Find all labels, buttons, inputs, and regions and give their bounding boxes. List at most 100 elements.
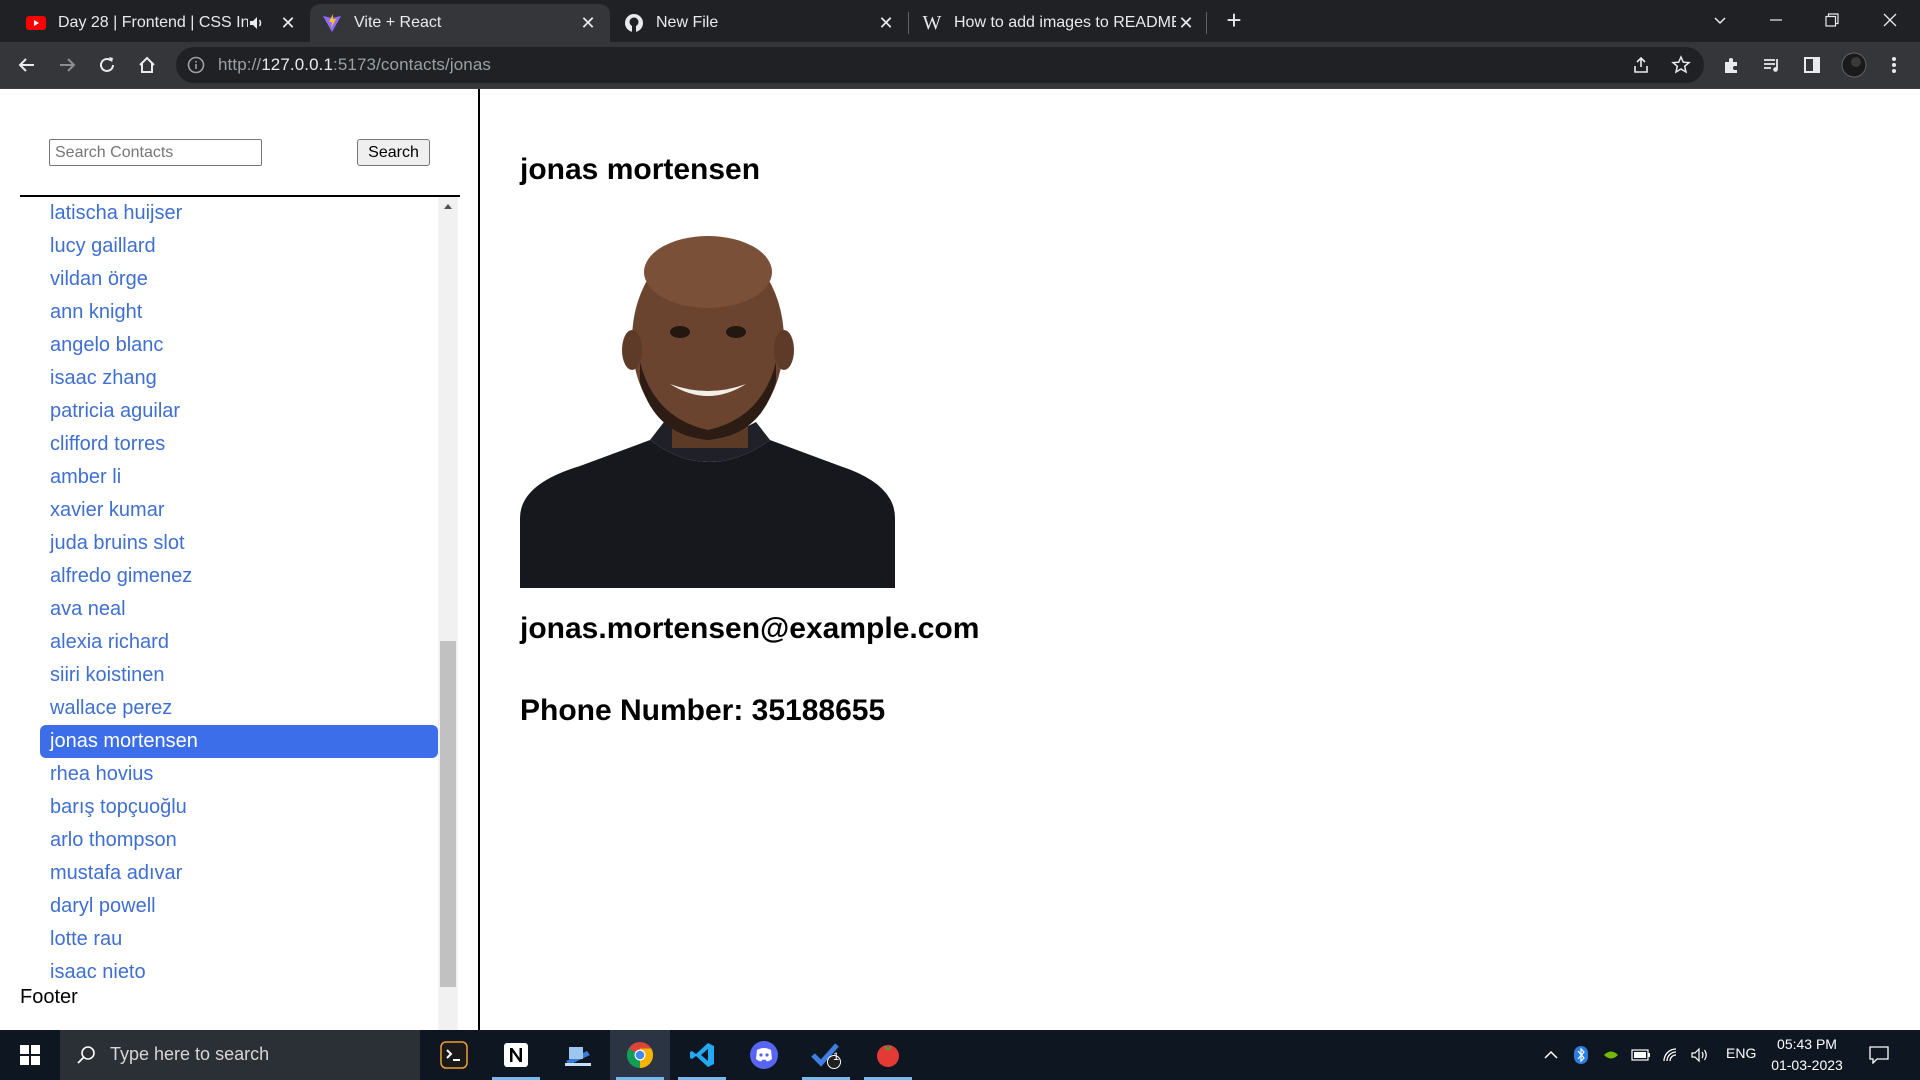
contact-link[interactable]: isaac nieto — [40, 956, 438, 989]
url-scheme: http:// — [218, 55, 262, 74]
contact-name: jonas mortensen — [520, 153, 761, 186]
contact-link[interactable]: lucy gaillard — [40, 230, 438, 263]
contact-link[interactable]: angelo blanc — [40, 329, 438, 362]
volume-icon[interactable] — [1690, 1045, 1712, 1065]
taskbar-search-placeholder: Type here to search — [110, 1044, 270, 1064]
tab-vite-react[interactable]: Vite + React ✕ — [310, 4, 610, 42]
close-tab-icon[interactable]: ✕ — [1176, 13, 1196, 33]
scrollbar-thumb[interactable] — [440, 641, 456, 987]
minimize-button[interactable] — [1756, 4, 1796, 36]
home-button[interactable] — [131, 49, 163, 81]
share-icon[interactable] — [1631, 55, 1651, 80]
close-window-button[interactable] — [1870, 4, 1910, 36]
contact-link[interactable]: xavier kumar — [40, 494, 438, 527]
clock-date[interactable]: 01-03-2023 — [1766, 1057, 1848, 1073]
footer: Footer — [20, 986, 78, 1008]
notion-icon[interactable] — [486, 1030, 546, 1080]
language-indicator[interactable]: ENG — [1726, 1045, 1756, 1061]
vscode-icon[interactable] — [672, 1030, 732, 1080]
address-bar[interactable]: http://127.0.0.1:5173/contacts/jonas — [176, 47, 1704, 83]
sidebar: Search latischa huijserlucy gaillardvild… — [0, 89, 480, 1030]
chevron-up-icon[interactable] — [1540, 1045, 1562, 1065]
contact-link[interactable]: lotte rau — [40, 923, 438, 956]
taskbar-search-box[interactable]: Type here to search — [60, 1030, 420, 1080]
contact-link[interactable]: daryl powell — [40, 890, 438, 923]
browser-tab-strip: Day 28 | Frontend | CSS In JS ✕ Vite + R… — [0, 0, 1920, 42]
contact-link[interactable]: juda bruins slot — [40, 527, 438, 560]
contact-list[interactable]: latischa huijser lucy gaillard vildan örge… — [20, 197, 458, 1030]
tab-separator — [908, 12, 909, 34]
contact-link[interactable]: amber li — [40, 461, 438, 494]
contact-link[interactable]: clifford torres — [40, 428, 438, 461]
terminal-icon[interactable] — [424, 1030, 484, 1080]
contact-link[interactable]: alfredo gimenez — [40, 560, 438, 593]
contact-link[interactable]: vildan örge — [40, 263, 438, 296]
browser-toolbar: http://127.0.0.1:5173/contacts/jonas — [0, 42, 1920, 88]
todo-badge: 1 — [833, 1051, 840, 1063]
battery-icon[interactable] — [1630, 1045, 1652, 1065]
restore-button[interactable] — [1812, 4, 1852, 36]
forward-button[interactable] — [51, 49, 83, 81]
tab-search-button[interactable] — [1700, 4, 1740, 36]
tab-separator — [1206, 12, 1207, 34]
tab-wikipedia-readme[interactable]: W How to add images to README.md ✕ — [910, 4, 1208, 42]
tab-github-new-file[interactable]: New File ✕ — [612, 4, 908, 42]
speaker-icon[interactable] — [248, 14, 266, 32]
search-icon — [76, 1045, 96, 1070]
media-control-icon[interactable] — [1756, 49, 1788, 81]
tab-youtube[interactable]: Day 28 | Frontend | CSS In JS ✕ — [14, 4, 310, 42]
contact-link[interactable]: arlo thompson — [40, 824, 438, 857]
contact-link[interactable]: patricia aguilar — [40, 395, 438, 428]
url-path: :5173/contacts/jonas — [333, 55, 491, 74]
bluetooth-icon[interactable] — [1570, 1045, 1592, 1065]
side-panel-icon[interactable] — [1796, 49, 1828, 81]
url-host: 127.0.0.1 — [261, 55, 334, 74]
url-text[interactable]: http://127.0.0.1:5173/contacts/jonas — [218, 55, 491, 75]
contact-link[interactable]: isaac zhang — [40, 362, 438, 395]
github-icon — [624, 13, 644, 33]
contact-link[interactable]: alexia richard — [40, 626, 438, 659]
contact-link[interactable]: jonas mortensen — [40, 725, 438, 758]
tab-title: How to add images to README.md — [954, 14, 1176, 31]
contact-link[interactable]: ava neal — [40, 593, 438, 626]
site-info-icon[interactable] — [186, 55, 206, 75]
chrome-menu-icon[interactable] — [1878, 49, 1910, 81]
scrollbar[interactable] — [438, 197, 458, 1030]
tomato-timer-icon[interactable] — [858, 1030, 918, 1080]
contact-link[interactable]: mustafa adıvar — [40, 857, 438, 890]
scroll-up-arrow-icon[interactable] — [438, 197, 458, 217]
nvidia-icon[interactable] — [1600, 1045, 1622, 1065]
contact-link[interactable]: rhea hovius — [40, 758, 438, 791]
tab-title: Vite + React — [354, 14, 442, 31]
extensions-icon[interactable] — [1716, 49, 1748, 81]
contact-link[interactable]: ann knight — [40, 296, 438, 329]
tab-title: New File — [656, 14, 719, 31]
contact-link[interactable]: barış topçuoğlu — [40, 791, 438, 824]
windows-start-icon[interactable] — [0, 1030, 60, 1080]
search-input[interactable] — [49, 139, 262, 166]
file-app-icon[interactable] — [548, 1030, 608, 1080]
youtube-icon — [26, 13, 46, 33]
close-tab-icon[interactable]: ✕ — [578, 13, 598, 33]
contact-link[interactable]: wallace perez — [40, 692, 438, 725]
contact-link[interactable]: latischa huijser — [40, 197, 438, 230]
close-tab-icon[interactable]: ✕ — [876, 13, 896, 33]
todo-icon[interactable]: 1 — [796, 1030, 856, 1080]
contact-link[interactable]: siiri koistinen — [40, 659, 438, 692]
web-page: Search latischa huijserlucy gaillardvild… — [0, 89, 1920, 1030]
close-tab-icon[interactable]: ✕ — [278, 13, 298, 33]
back-button[interactable] — [11, 49, 43, 81]
reload-button[interactable] — [91, 49, 123, 81]
contact-photo — [520, 222, 895, 588]
notifications-icon[interactable] — [1868, 1045, 1890, 1065]
contact-email: jonas.mortensen@example.com — [520, 612, 980, 645]
new-tab-button[interactable]: + — [1222, 7, 1246, 33]
chrome-icon[interactable] — [610, 1030, 670, 1080]
clock-time[interactable]: 05:43 PM — [1772, 1036, 1842, 1052]
windows-taskbar: Type here to search 1 ENG 05:43 PM 01-03… — [0, 1030, 1920, 1080]
search-button[interactable]: Search — [357, 139, 430, 166]
discord-icon[interactable] — [734, 1030, 794, 1080]
profile-avatar[interactable] — [1838, 49, 1870, 81]
wifi-icon[interactable] — [1660, 1045, 1682, 1065]
bookmark-star-icon[interactable] — [1671, 55, 1691, 80]
